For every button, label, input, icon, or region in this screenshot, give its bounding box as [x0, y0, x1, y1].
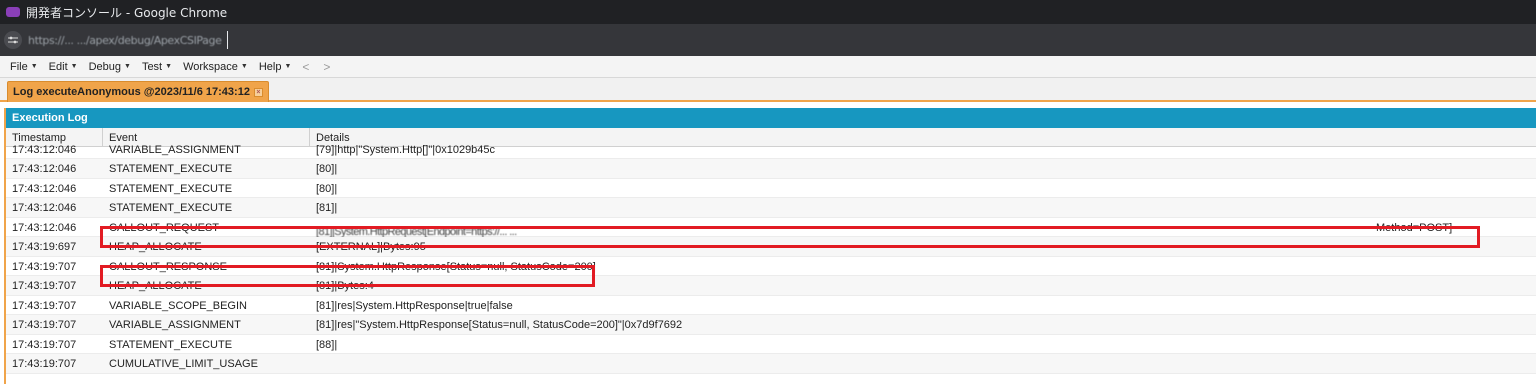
cell-details: [80]| — [316, 182, 338, 195]
log-rows: 17:43:12:046 VARIABLE_ASSIGNMENT [79]|ht… — [6, 144, 1536, 374]
table-row[interactable]: 17:43:19:707 VARIABLE_ASSIGNMENT [81]|re… — [6, 315, 1536, 335]
menu-file[interactable]: File ▼ — [10, 61, 38, 73]
cell-event: STATEMENT_EXECUTE — [109, 338, 233, 351]
cell-event: VARIABLE_SCOPE_BEGIN — [109, 299, 247, 312]
app-icon — [6, 7, 20, 17]
cell-event: CUMULATIVE_LIMIT_USAGE — [109, 358, 258, 370]
cell-timestamp: 17:43:19:707 — [12, 338, 77, 351]
menu-workspace-label: Workspace — [183, 60, 238, 73]
menu-edit-label: Edit — [48, 60, 68, 73]
tab-execute-anonymous-log[interactable]: Log executeAnonymous @2023/11/6 17:43:12… — [7, 81, 269, 102]
cell-event: CALLOUT_RESPONSE — [109, 260, 227, 273]
chevron-down-icon: ▼ — [284, 63, 292, 70]
menu-test[interactable]: Test ▼ — [142, 61, 172, 73]
table-row[interactable]: 17:43:19:707 STATEMENT_EXECUTE [88]| — [6, 335, 1536, 354]
cell-details: [81]|System.HttpResponse[Status=null, St… — [316, 260, 596, 273]
cell-details: [80]| — [316, 163, 338, 175]
cell-event: VARIABLE_ASSIGNMENT — [109, 144, 241, 156]
cell-details: [81]| — [316, 202, 338, 214]
cell-details: [81]|res|System.HttpResponse|true|false — [316, 299, 513, 312]
cell-event: STATEMENT_EXECUTE — [109, 182, 233, 195]
table-row[interactable]: 17:43:12:046 CALLOUT_REQUEST [81]|System… — [6, 218, 1536, 238]
menu-debug-label: Debug — [88, 60, 121, 73]
cell-details: [81]|Bytes:4 — [316, 280, 374, 292]
menu-bar: File ▼ Edit ▼ Debug ▼ Test ▼ Workspace ▼ Help… — [0, 56, 1536, 78]
menu-edit[interactable]: Edit ▼ — [49, 61, 78, 73]
column-header-timestamp[interactable]: Timestamp — [12, 132, 66, 144]
execution-log-panel: Execution Log Timestamp Event Details 17… — [4, 108, 1536, 384]
address-bar[interactable]: https://... .../apex/debug/ApexCSIPage — [0, 24, 1536, 56]
back-arrow-icon[interactable]: < — [302, 60, 309, 74]
text-caret — [227, 31, 229, 49]
cell-timestamp: 17:43:19:707 — [12, 319, 77, 331]
forward-arrow-icon[interactable]: > — [323, 60, 330, 74]
cell-event: VARIABLE_ASSIGNMENT — [109, 319, 241, 331]
table-row[interactable]: 17:43:19:697 HEAP_ALLOCATE [EXTERNAL]|By… — [6, 237, 1536, 257]
table-row[interactable]: 17:43:12:046 STATEMENT_EXECUTE [80]| — [6, 159, 1536, 179]
cell-timestamp: 17:43:12:046 — [12, 221, 77, 234]
cell-details: [88]| — [316, 338, 338, 351]
chevron-down-icon: ▼ — [30, 63, 38, 70]
cell-timestamp: 17:43:12:046 — [12, 182, 77, 195]
cell-timestamp: 17:43:19:707 — [12, 280, 77, 292]
url-text[interactable]: https://... .../apex/debug/ApexCSIPage — [28, 34, 222, 47]
cell-timestamp: 17:43:19:707 — [12, 358, 77, 370]
cell-details: [81]|res|"System.HttpResponse[Status=nul… — [316, 319, 683, 331]
panel-title: Execution Log — [6, 108, 1536, 128]
chevron-down-icon: ▼ — [165, 63, 173, 70]
close-icon[interactable]: × — [253, 87, 263, 97]
table-row[interactable]: 17:43:12:046 STATEMENT_EXECUTE [80]| — [6, 179, 1536, 198]
menu-workspace[interactable]: Workspace ▼ — [183, 61, 248, 73]
cell-timestamp: 17:43:12:046 — [12, 163, 77, 175]
chevron-down-icon: ▼ — [240, 63, 248, 70]
table-row[interactable]: 17:43:19:707 CALLOUT_RESPONSE [81]|Syste… — [6, 257, 1536, 276]
tab-label: Log executeAnonymous @2023/11/6 17:43:12 — [13, 86, 250, 98]
cell-timestamp: 17:43:12:046 — [12, 144, 77, 156]
menu-help[interactable]: Help ▼ — [259, 61, 292, 73]
cell-event: STATEMENT_EXECUTE — [109, 202, 233, 214]
chevron-down-icon: ▼ — [124, 63, 131, 70]
menu-test-label: Test — [141, 60, 163, 73]
cell-event: HEAP_ALLOCATE — [109, 280, 202, 292]
table-row[interactable]: 17:43:12:046 VARIABLE_ASSIGNMENT [79]|ht… — [6, 144, 1536, 159]
table-row[interactable]: 17:43:19:707 HEAP_ALLOCATE [81]|Bytes:4 — [6, 276, 1536, 296]
chevron-down-icon: ▼ — [70, 63, 78, 70]
menu-help-label: Help — [258, 60, 282, 73]
title-bar: 開発者コンソール - Google Chrome — [0, 0, 1536, 24]
cell-details: [79]|http|"System.Http[]"|0x1029b45c — [316, 144, 496, 156]
redacted-endpoint: [81]|System.HttpRequest[Endpoint=https:/… — [316, 225, 517, 238]
column-divider[interactable] — [102, 128, 103, 147]
column-divider[interactable] — [309, 128, 310, 147]
menu-debug[interactable]: Debug ▼ — [89, 61, 131, 73]
cell-event: CALLOUT_REQUEST — [109, 221, 220, 234]
tune-icon[interactable] — [4, 31, 22, 49]
table-row[interactable]: 17:43:12:046 STATEMENT_EXECUTE [81]| — [6, 198, 1536, 218]
table-row[interactable]: 17:43:19:707 VARIABLE_SCOPE_BEGIN [81]|r… — [6, 296, 1536, 315]
menu-file-label: File — [10, 60, 28, 73]
cell-event: HEAP_ALLOCATE — [109, 241, 202, 253]
cell-event: STATEMENT_EXECUTE — [109, 163, 233, 175]
cell-timestamp: 17:43:19:707 — [12, 260, 77, 273]
table-row[interactable]: 17:43:19:707 CUMULATIVE_LIMIT_USAGE — [6, 354, 1536, 374]
browser-window: 開発者コンソール - Google Chrome https://... ...… — [0, 0, 1536, 384]
column-header-event[interactable]: Event — [109, 132, 137, 144]
window-title: 開発者コンソール - Google Chrome — [26, 5, 228, 20]
cell-timestamp: 17:43:19:697 — [12, 241, 77, 253]
cell-details-tail: Method=POST] — [1376, 221, 1453, 234]
cell-timestamp: 17:43:19:707 — [12, 299, 77, 312]
column-header-details[interactable]: Details — [316, 132, 350, 144]
cell-timestamp: 17:43:12:046 — [12, 202, 77, 214]
cell-details: [EXTERNAL]|Bytes:95 — [316, 241, 426, 253]
tab-strip: Log executeAnonymous @2023/11/6 17:43:12… — [0, 78, 1536, 102]
